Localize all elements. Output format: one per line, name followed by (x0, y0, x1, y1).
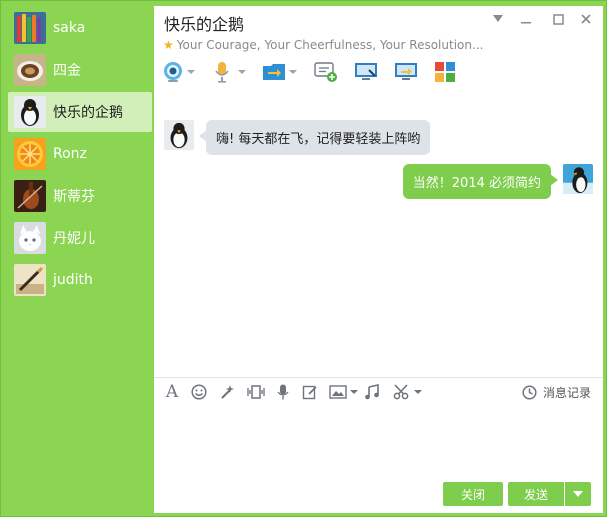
close-icon (581, 14, 591, 24)
chat-window: saka 四金 快乐的企鹅 Ronz 斯蒂芬 丹妮儿 judith 快乐的企鹅 … (0, 0, 607, 517)
caret-down-icon (289, 70, 297, 74)
note-button[interactable] (300, 382, 320, 402)
share-screen-button[interactable] (394, 59, 418, 85)
shake-window-button[interactable] (245, 382, 267, 402)
minimize-icon (521, 22, 531, 24)
caret-down-icon (187, 70, 195, 74)
webcam-icon (164, 62, 182, 82)
espresso-avatar-icon (14, 54, 46, 86)
contact-item-sijin[interactable]: 四金 (8, 50, 152, 90)
group-chat-button[interactable] (314, 59, 338, 85)
contact-signature: ★ Your Courage, Your Cheerfulness, Your … (163, 38, 483, 52)
violin-avatar-icon (14, 180, 46, 212)
contact-name: Ronz (53, 146, 87, 162)
message-list: 嗨! 每天都在飞，记得要轻装上阵哟 当然！2014 必须简约 (154, 88, 603, 376)
contact-name: judith (53, 272, 93, 288)
penguin-avatar-icon (164, 120, 194, 150)
send-options-button[interactable] (565, 482, 591, 506)
signature-text: Your Courage, Your Cheerfulness, Your Re… (176, 38, 484, 52)
send-image-button[interactable] (328, 382, 358, 402)
folder-transfer-icon (263, 64, 285, 80)
message-add-icon (314, 62, 337, 82)
writing-pen-avatar-icon (14, 264, 46, 296)
penguin-avatar-icon (14, 96, 46, 128)
incoming-message-bubble: 嗨! 每天都在飞，记得要轻装上阵哟 (206, 120, 431, 155)
input-divider (154, 377, 603, 378)
outgoing-message-bubble: 当然！2014 必须简约 (402, 164, 551, 199)
contact-name: 快乐的企鹅 (53, 105, 123, 121)
contact-item-stephen[interactable]: 斯蒂芬 (8, 176, 152, 216)
clock-icon (522, 384, 537, 400)
history-label: 消息记录 (542, 385, 591, 400)
caret-down-icon (349, 390, 358, 394)
remote-desktop-button[interactable] (354, 59, 378, 85)
music-note-icon (365, 384, 379, 400)
contact-name: 四金 (53, 63, 81, 79)
screenshot-button[interactable] (392, 382, 422, 402)
bubble-tail-icon (550, 174, 558, 186)
shake-icon (247, 385, 265, 399)
font-icon: A (165, 382, 179, 402)
microphone-icon (277, 384, 289, 400)
screen-share-icon (355, 63, 377, 80)
chevron-down-icon (573, 491, 583, 497)
caret-down-icon (238, 70, 246, 74)
orange-slice-avatar-icon (14, 138, 46, 170)
smiley-icon (191, 384, 207, 400)
minimize-button[interactable] (516, 10, 536, 28)
video-call-button[interactable] (162, 59, 195, 85)
edit-note-icon (302, 385, 317, 400)
maximize-button[interactable] (548, 10, 568, 28)
magic-wand-icon (221, 385, 234, 399)
magic-emoticon-button[interactable] (217, 382, 237, 402)
send-button[interactable]: 发送 (508, 482, 564, 506)
music-button[interactable] (362, 382, 382, 402)
emoji-button[interactable] (189, 382, 209, 402)
apps-grid-icon (435, 62, 455, 82)
chat-panel: 快乐的企鹅 ★ Your Courage, Your Cheerfulness,… (154, 6, 603, 513)
kitten-avatar-icon (14, 222, 46, 254)
voice-call-button[interactable] (214, 59, 246, 85)
contact-name: saka (53, 20, 86, 36)
pencils-avatar-icon (14, 12, 46, 44)
contact-item-happy-penguin[interactable]: 快乐的企鹅 (8, 92, 152, 132)
message-history-button[interactable]: 消息记录 (522, 382, 591, 402)
contact-item-danielle[interactable]: 丹妮儿 (8, 218, 152, 258)
close-button[interactable]: 关闭 (443, 482, 503, 506)
dropdown-menu-button[interactable] (488, 10, 508, 28)
apps-button[interactable] (434, 59, 456, 85)
chevron-down-icon (493, 15, 503, 22)
contact-item-judith[interactable]: judith (8, 260, 152, 300)
contact-sidebar: saka 四金 快乐的企鹅 Ronz 斯蒂芬 丹妮儿 judith (6, 6, 154, 513)
contact-name: 斯蒂芬 (53, 189, 95, 205)
close-window-button[interactable] (576, 10, 596, 28)
caret-down-icon (413, 390, 422, 394)
font-button[interactable]: A (162, 382, 182, 402)
scissors-icon (393, 384, 408, 400)
chat-title: 快乐的企鹅 (164, 15, 245, 34)
contact-name: 丹妮儿 (53, 231, 95, 247)
maximize-icon (552, 13, 564, 25)
star-icon: ★ (163, 38, 174, 52)
voice-message-button[interactable] (274, 382, 292, 402)
self-avatar-icon (563, 164, 593, 194)
screen-forward-icon (395, 63, 417, 80)
image-icon (328, 385, 347, 399)
contact-item-saka[interactable]: saka (8, 8, 152, 48)
contact-item-ronz[interactable]: Ronz (8, 134, 152, 174)
microphone-icon (215, 62, 229, 83)
message-input[interactable] (160, 406, 597, 476)
send-file-button[interactable] (262, 59, 297, 85)
